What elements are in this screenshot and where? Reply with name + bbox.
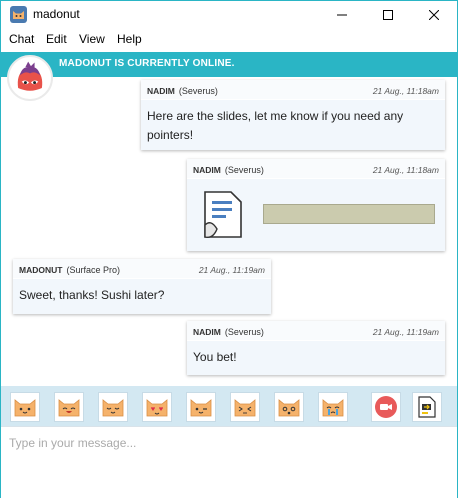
- chat-history[interactable]: NADIM (Severus) 21 Aug., 11:18am Here are…: [1, 77, 457, 385]
- sender-device: (Severus): [178, 86, 218, 96]
- attachment-preview[interactable]: [263, 204, 435, 224]
- window-title: madonut: [33, 7, 80, 21]
- cat-wink-icon: [190, 399, 212, 417]
- sender-name: NADIM (Severus): [193, 327, 264, 337]
- sender-device: (Severus): [224, 327, 264, 337]
- emoji-button[interactable]: [98, 392, 128, 422]
- message-text: Here are the slides, let me know if you …: [147, 107, 403, 145]
- document-file-icon[interactable]: [201, 189, 245, 241]
- menu-view[interactable]: View: [79, 32, 105, 46]
- emoji-button[interactable]: [274, 392, 304, 422]
- message-text: Sweet, thanks! Sushi later?: [19, 286, 164, 305]
- emoji-button[interactable]: [142, 392, 172, 422]
- menu-edit[interactable]: Edit: [46, 32, 67, 46]
- maximize-icon: [383, 10, 393, 20]
- app-cat-icon: [10, 6, 27, 23]
- sender-name: NADIM (Severus): [147, 86, 218, 96]
- sender-device: (Severus): [224, 165, 264, 175]
- message-time: 21 Aug., 11:19am: [372, 327, 439, 337]
- send-file-button[interactable]: [412, 392, 442, 422]
- close-button[interactable]: [411, 1, 457, 29]
- message-bubble: MADONUT (Surface Pro) 21 Aug., 11:19am Sw…: [13, 259, 271, 314]
- minimize-icon: [337, 14, 347, 16]
- message-header: NADIM (Severus) 21 Aug., 11:18am: [187, 159, 445, 179]
- emoji-button[interactable]: [10, 392, 40, 422]
- message-input[interactable]: [9, 433, 449, 453]
- message-bubble: NADIM (Severus) 21 Aug., 11:18am Here are…: [141, 80, 445, 150]
- emoji-button[interactable]: [54, 392, 84, 422]
- emoji-button[interactable]: [318, 392, 348, 422]
- menu-chat[interactable]: Chat: [9, 32, 34, 46]
- message-time: 21 Aug., 11:19am: [198, 265, 265, 275]
- emoji-button[interactable]: [230, 392, 260, 422]
- cat-love-icon: [146, 399, 168, 417]
- message-line: Sweet, thanks! Sushi later?: [19, 288, 165, 302]
- message-line: Here are the slides, let me know if you …: [147, 109, 404, 123]
- message-bubble: NADIM (Severus) 21 Aug., 11:19am You bet!: [187, 321, 445, 375]
- title-bar[interactable]: madonut: [1, 1, 457, 29]
- sender-name: NADIM (Severus): [193, 165, 264, 175]
- cat-surprised-icon: [278, 399, 300, 417]
- video-call-button[interactable]: [371, 392, 401, 422]
- sender-name: MADONUT (Surface Pro): [19, 265, 120, 275]
- close-icon: [429, 10, 439, 20]
- contact-avatar[interactable]: [7, 55, 53, 101]
- message-time: 21 Aug., 11:18am: [372, 86, 439, 96]
- chat-window: madonut Chat Edit View Help MADONUT IS C…: [0, 0, 458, 498]
- message-header: NADIM (Severus) 21 Aug., 11:18am: [141, 80, 445, 100]
- message-bubble-attachment: NADIM (Severus) 21 Aug., 11:18am: [187, 159, 445, 251]
- minimize-button[interactable]: [319, 1, 365, 29]
- status-bar: MADONUT IS CURRENTLY ONLINE.: [1, 52, 457, 77]
- menu-bar: Chat Edit View Help: [1, 29, 457, 50]
- message-text: You bet!: [193, 348, 237, 367]
- menu-help[interactable]: Help: [117, 32, 142, 46]
- cat-squint-icon: [234, 399, 256, 417]
- sender-device: (Surface Pro): [66, 265, 120, 275]
- cat-crying-icon: [322, 399, 344, 417]
- message-header: NADIM (Severus) 21 Aug., 11:19am: [187, 321, 445, 341]
- emoji-button[interactable]: [186, 392, 216, 422]
- message-header: MADONUT (Surface Pro) 21 Aug., 11:19am: [13, 259, 271, 279]
- video-call-icon: [375, 396, 397, 418]
- cat-happy-icon: [102, 399, 124, 417]
- cat-grin-icon: [58, 399, 80, 417]
- emoji-bar: [1, 386, 457, 426]
- message-line: pointers!: [147, 128, 194, 142]
- online-status: MADONUT IS CURRENTLY ONLINE.: [59, 58, 235, 69]
- maximize-button[interactable]: [365, 1, 411, 29]
- cat-smile-icon: [14, 399, 36, 417]
- message-time: 21 Aug., 11:18am: [372, 165, 439, 175]
- send-file-icon: [418, 396, 436, 418]
- message-composer: [1, 426, 457, 498]
- message-line: You bet!: [193, 350, 237, 364]
